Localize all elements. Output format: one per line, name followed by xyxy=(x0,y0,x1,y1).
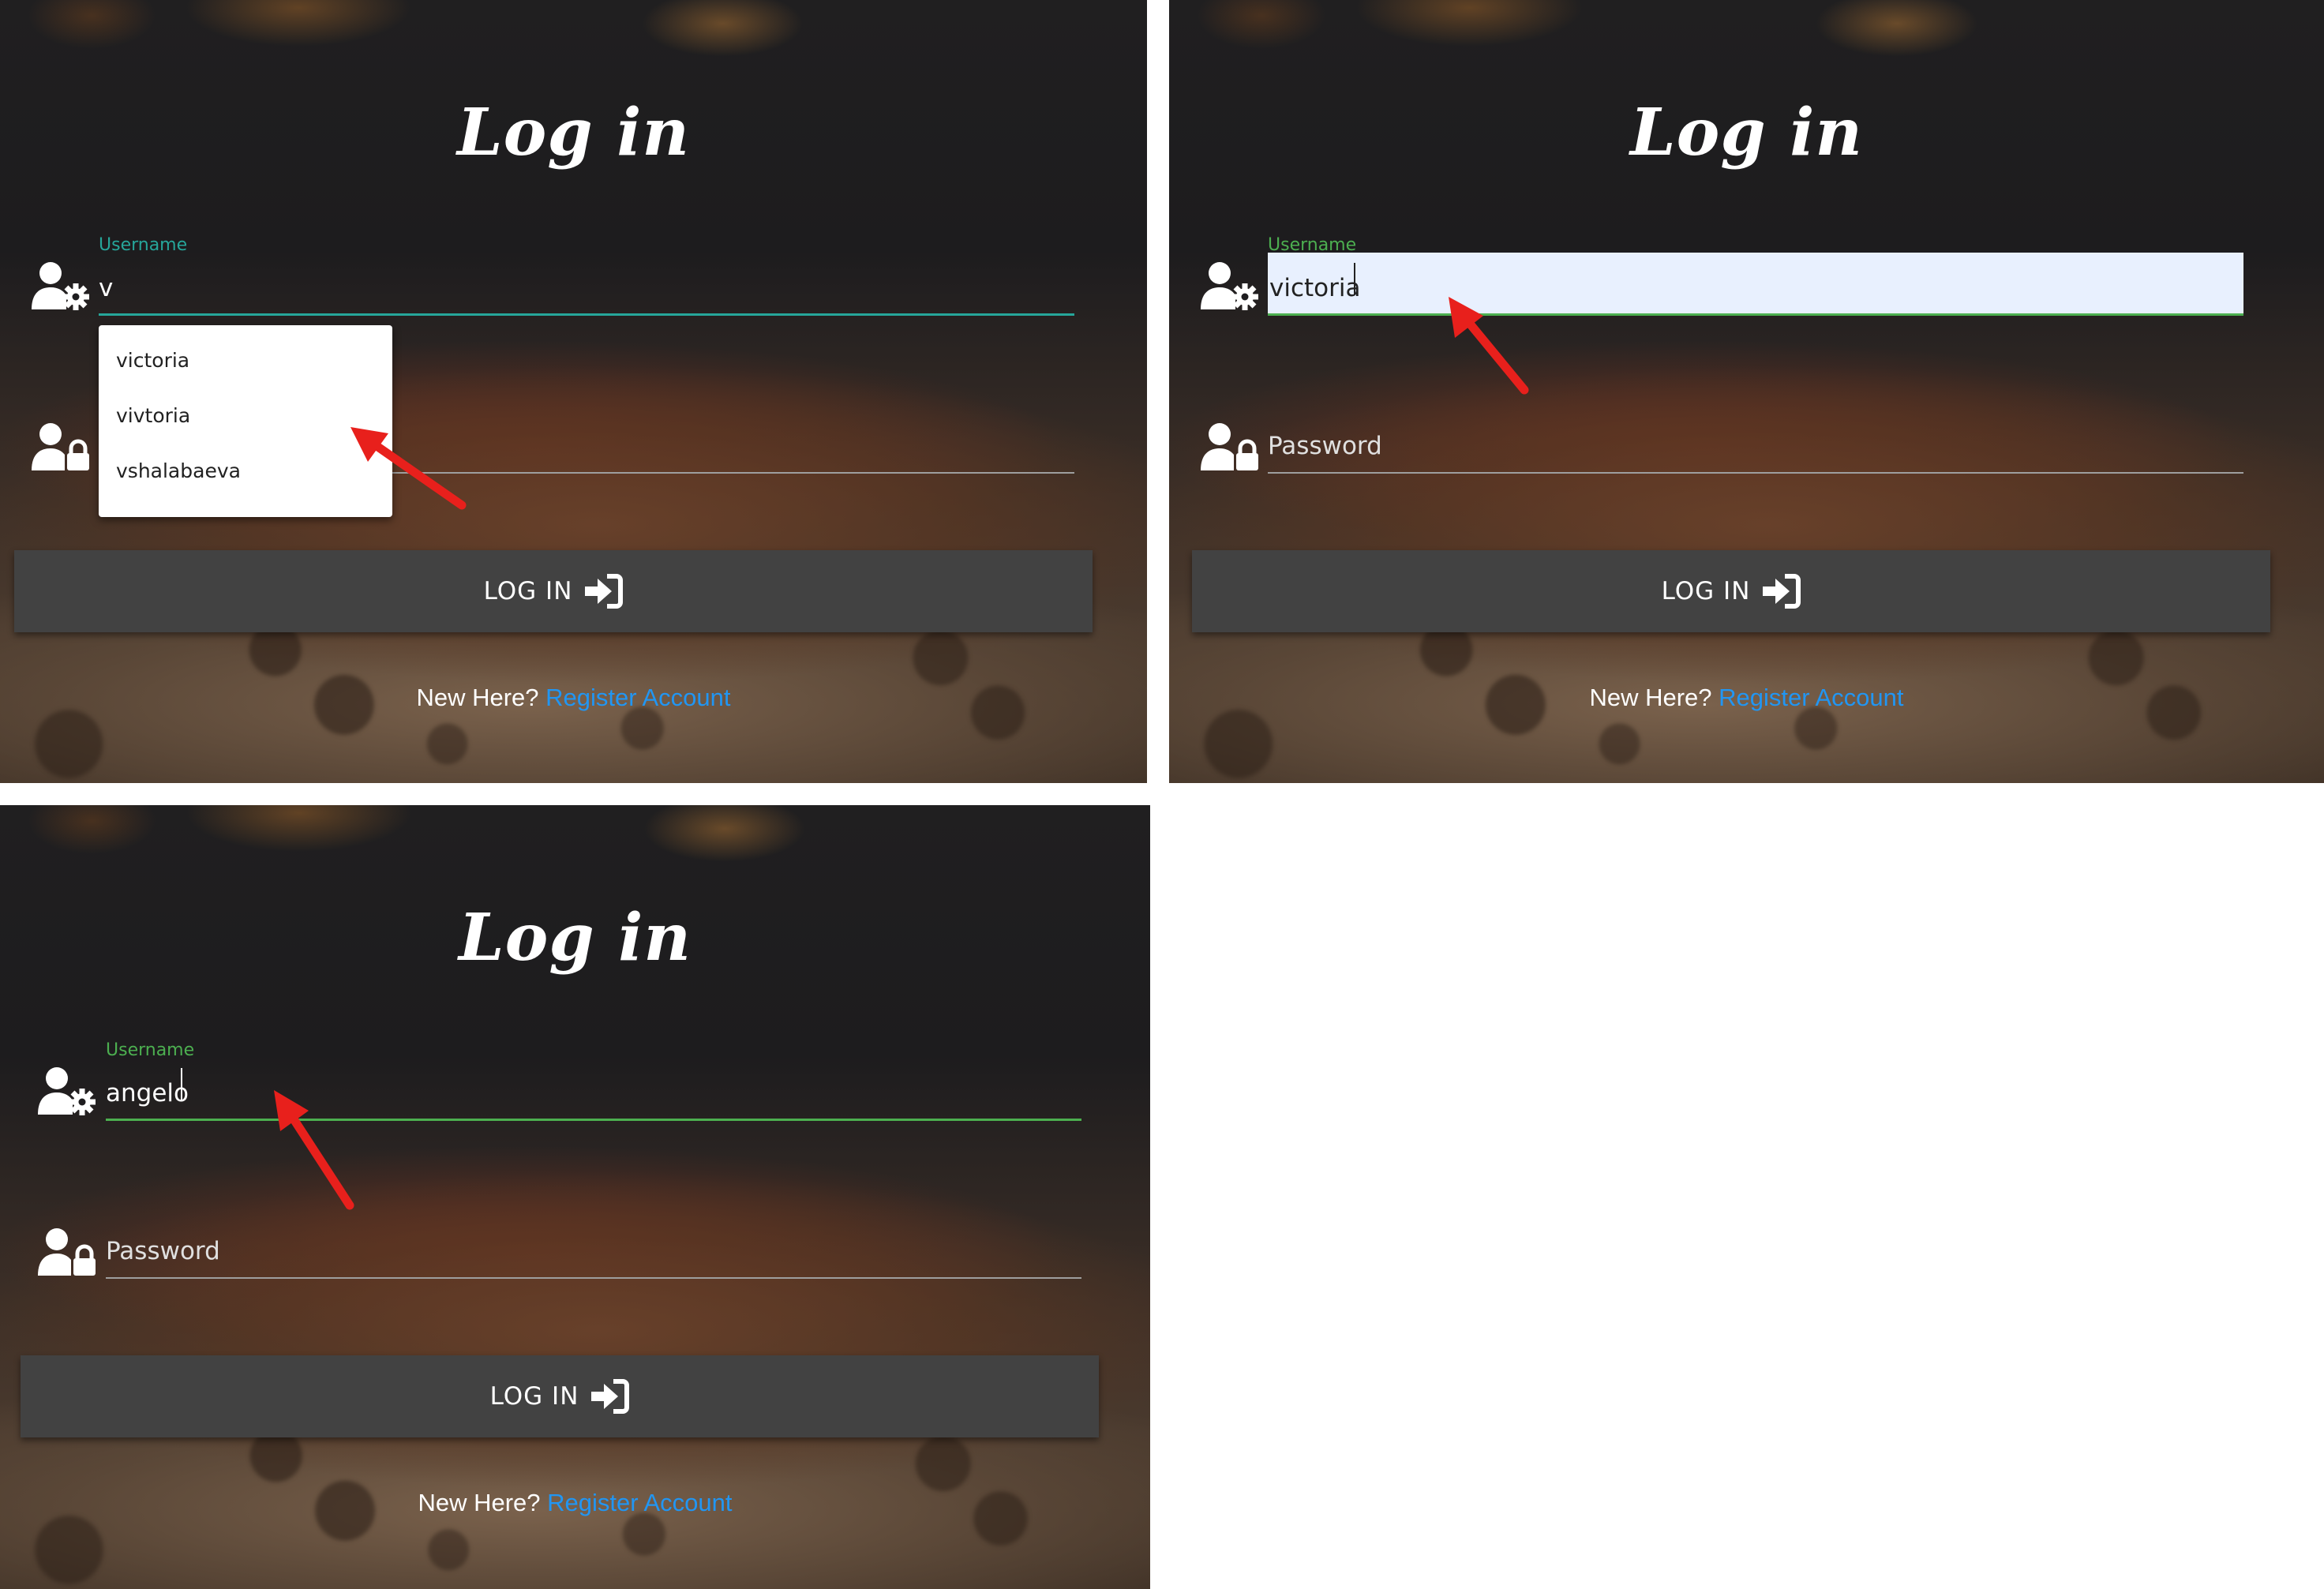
page-title: Log in xyxy=(458,900,692,976)
register-prompt: New Here? Register Account xyxy=(0,684,1147,712)
sign-in-icon xyxy=(591,1379,630,1414)
register-account-link[interactable]: Register Account xyxy=(1719,684,1903,711)
user-lock-icon xyxy=(30,422,93,475)
login-button[interactable]: LOG IN xyxy=(21,1355,1099,1437)
username-input[interactable] xyxy=(106,1058,1081,1121)
login-button-label: LOG IN xyxy=(483,577,573,605)
user-gear-icon xyxy=(30,260,93,314)
password-input[interactable] xyxy=(1268,410,2243,474)
annotation-arrow xyxy=(274,1090,354,1210)
page-title: Log in xyxy=(456,95,690,171)
user-lock-icon xyxy=(36,1227,99,1280)
register-account-link[interactable]: Register Account xyxy=(547,1489,732,1516)
text-cursor xyxy=(1354,263,1355,294)
register-prompt-text: New Here? xyxy=(1589,684,1712,711)
annotation-arrow xyxy=(1449,297,1529,395)
register-account-link[interactable]: Register Account xyxy=(545,684,730,711)
sign-in-icon xyxy=(1763,574,1801,609)
login-button-label: LOG IN xyxy=(1661,577,1751,605)
password-input[interactable] xyxy=(106,1216,1081,1279)
user-gear-icon xyxy=(36,1066,99,1119)
username-input[interactable] xyxy=(99,253,1074,316)
screenshot-panel-typed: Log in Username LOG IN New Here? Registe… xyxy=(0,805,1150,1589)
page-title: Log in xyxy=(1629,95,1863,171)
sign-in-icon xyxy=(585,574,624,609)
screenshot-panel-autofilled: Log in Username LOG IN New Here? Registe… xyxy=(1169,0,2324,783)
register-prompt: New Here? Register Account xyxy=(1169,684,2324,712)
login-button[interactable]: LOG IN xyxy=(1192,550,2270,632)
username-field-group: Username xyxy=(0,229,1147,324)
username-field-group: Username xyxy=(1169,229,2324,324)
user-gear-icon xyxy=(1199,260,1262,314)
screenshot-panel-autocomplete: Log in Username victoria vivtoria vshala… xyxy=(0,0,1147,783)
login-button-label: LOG IN xyxy=(489,1382,579,1411)
username-field-group: Username xyxy=(0,1034,1150,1129)
register-prompt-text: New Here? xyxy=(416,684,539,711)
password-field-group xyxy=(1169,387,2324,482)
autocomplete-option[interactable]: victoria xyxy=(99,333,392,388)
register-prompt: New Here? Register Account xyxy=(0,1489,1150,1517)
password-field-group xyxy=(0,1192,1150,1287)
text-cursor xyxy=(181,1068,182,1100)
login-button[interactable]: LOG IN xyxy=(14,550,1093,632)
username-input[interactable] xyxy=(1268,253,2243,316)
register-prompt-text: New Here? xyxy=(418,1489,541,1516)
annotation-arrow xyxy=(350,427,467,510)
user-lock-icon xyxy=(1199,422,1262,475)
